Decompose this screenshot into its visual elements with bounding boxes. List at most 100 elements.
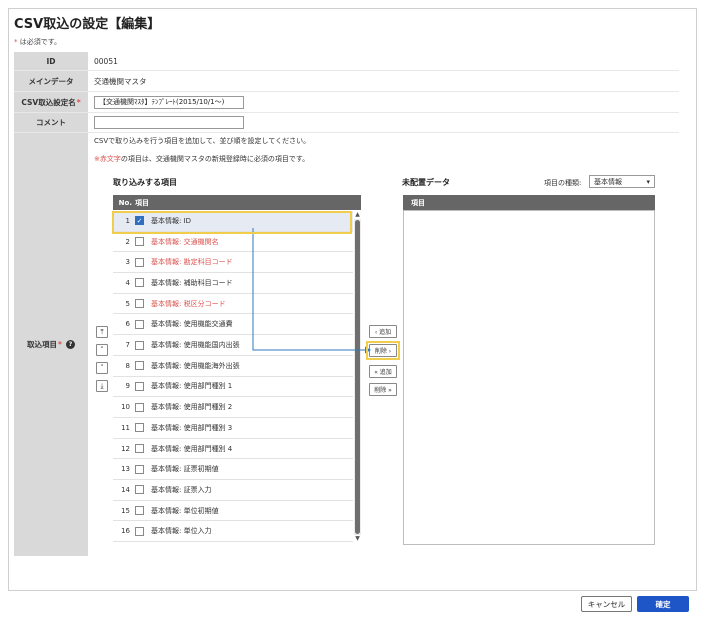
item-name: 基本情報: 勘定科目コード [151, 258, 233, 267]
item-number: 7 [125, 341, 130, 350]
list-item[interactable]: 5 基本情報: 税区分コード [113, 294, 353, 315]
id-label: ID [14, 52, 88, 70]
item-number: 9 [125, 382, 130, 391]
list-item[interactable]: 12 基本情報: 使用部門種別 4 [113, 439, 353, 460]
item-name: 基本情報: 使用部門種別 2 [151, 403, 233, 412]
item-type-label: 項目の種類: [544, 179, 582, 187]
item-name: 基本情報: 単位初期値 [151, 506, 219, 515]
list-item[interactable]: 13 基本情報: 証票初期値 [113, 459, 353, 481]
main-data-value: 交通機関マスタ [88, 71, 679, 91]
scroll-down-icon[interactable]: ▼ [354, 535, 361, 543]
scroll-thumb[interactable] [355, 220, 360, 534]
comment-input[interactable] [94, 116, 244, 129]
move-top-button[interactable]: ⤒ [96, 326, 108, 338]
row-id: ID 00051 [14, 52, 679, 71]
list-item[interactable]: 9 基本情報: 使用部門種別 1 [113, 377, 353, 398]
item-checkbox[interactable] [135, 381, 144, 391]
item-checkbox[interactable] [135, 526, 144, 536]
item-checkbox[interactable] [135, 464, 144, 474]
item-number: 6 [125, 320, 130, 329]
item-name: 基本情報: 使用部門種別 4 [151, 444, 233, 453]
move-up-button[interactable]: ˄ [96, 344, 108, 356]
item-name: 基本情報: 証票入力 [151, 485, 212, 494]
left-list-scrollbar[interactable]: ▲ ▼ [354, 211, 361, 543]
item-number: 4 [125, 278, 130, 287]
item-name: 基本情報: 使用機能国内出張 [151, 341, 240, 350]
list-item[interactable]: 11 基本情報: 使用部門種別 3 [113, 418, 353, 439]
right-col-item-header: 項目 [411, 198, 425, 207]
csv-name-input[interactable]: 【交通機関ﾏｽﾀ】ﾃﾝﾌﾟﾚｰﾄ(2015/10/1～) [94, 95, 244, 109]
comment-label: コメント [14, 113, 88, 132]
list-item[interactable]: 7 基本情報: 使用機能国内出張 [113, 335, 353, 356]
item-number: 16 [121, 527, 130, 536]
item-number: 13 [121, 465, 130, 474]
scroll-up-icon[interactable]: ▲ [354, 211, 361, 219]
id-value: 00051 [88, 52, 679, 70]
list-item[interactable]: 6 基本情報: 使用機能交通費 [113, 315, 353, 336]
list-item[interactable]: 3 基本情報: 勘定科目コード [113, 252, 353, 274]
page-title: CSV取込の設定【編集】 [14, 17, 161, 32]
item-checkbox[interactable] [135, 299, 144, 309]
item-name: 基本情報: 交通機関名 [151, 237, 219, 246]
list-item[interactable]: 15 基本情報: 単位初期値 [113, 501, 353, 522]
confirm-button[interactable]: 確定 [637, 596, 689, 612]
item-number: 8 [125, 361, 130, 370]
remove-all-button[interactable]: 削除 » [369, 383, 397, 396]
add-all-button[interactable]: « 追加 [369, 365, 397, 378]
chevron-down-icon: ▾ [646, 177, 650, 186]
main-data-label: メインデータ [14, 71, 88, 91]
row-main-data: メインデータ 交通機関マスタ [14, 71, 679, 92]
list-item[interactable]: 14 基本情報: 証票入力 [113, 480, 353, 501]
left-table-header: No. 項目 [113, 195, 361, 210]
item-checkbox[interactable]: ✓ [135, 216, 144, 226]
move-down-button[interactable]: ˅ [96, 362, 108, 374]
item-name: 基本情報: 使用機能海外出張 [151, 361, 240, 370]
item-checkbox[interactable] [135, 506, 144, 516]
list-item[interactable]: 2 基本情報: 交通機関名 [113, 232, 353, 253]
item-number: 12 [121, 444, 130, 453]
item-checkbox[interactable] [135, 278, 144, 288]
remove-button[interactable]: 削除 › [369, 344, 397, 357]
item-name: 基本情報: ID [151, 216, 192, 225]
col-no-header: No. [118, 198, 132, 207]
item-checkbox[interactable] [135, 361, 144, 371]
footer-bar: キャンセル 確定 [8, 590, 697, 616]
instruction-line-2: ※赤文字の項目は、交通機関マスタの新規登録時に必須の項目です。 [94, 155, 310, 163]
item-name: 基本情報: 単位入力 [151, 527, 212, 536]
unplaced-data-list[interactable] [403, 210, 655, 545]
item-checkbox[interactable] [135, 340, 144, 350]
add-button[interactable]: ‹ 追加 [369, 325, 397, 338]
info-icon[interactable]: ? [65, 340, 75, 349]
item-name: 基本情報: 税区分コード [151, 299, 226, 308]
left-panel-title: 取り込みする項目 [113, 178, 177, 187]
item-type-value: 基本情報 [594, 177, 622, 186]
item-checkbox[interactable] [135, 485, 144, 495]
row-csv-name: CSV取込設定名 * 【交通機関ﾏｽﾀ】ﾃﾝﾌﾟﾚｰﾄ(2015/10/1～) [14, 92, 679, 113]
item-number: 1 [125, 216, 130, 225]
item-name: 基本情報: 証票初期値 [151, 465, 219, 474]
row-comment: コメント [14, 113, 679, 133]
list-item[interactable]: 8 基本情報: 使用機能海外出張 [113, 356, 353, 377]
item-type-select[interactable]: 基本情報 ▾ [589, 175, 655, 188]
item-checkbox[interactable] [135, 444, 144, 454]
cancel-button[interactable]: キャンセル [581, 596, 632, 612]
item-number: 3 [125, 258, 130, 267]
item-number: 2 [125, 237, 130, 246]
item-number: 11 [121, 423, 130, 432]
col-item-header: 項目 [135, 198, 149, 207]
list-item[interactable]: 10 基本情報: 使用部門種別 2 [113, 397, 353, 418]
item-checkbox[interactable] [135, 402, 144, 412]
list-item[interactable]: 16 基本情報: 単位入力 [113, 522, 353, 543]
item-name: 基本情報: 使用機能交通費 [151, 320, 233, 329]
item-checkbox[interactable] [135, 237, 144, 247]
item-checkbox[interactable] [135, 423, 144, 433]
item-checkbox[interactable] [135, 257, 144, 267]
list-item[interactable]: 4 基本情報: 補助科目コード [113, 273, 353, 294]
right-table-header: 項目 [403, 195, 655, 210]
right-panel-title: 未配置データ [402, 178, 450, 187]
item-checkbox[interactable] [135, 319, 144, 329]
move-bottom-button[interactable]: ⤓ [96, 380, 108, 392]
instruction-line-1: CSVで取り込みを行う項目を追加して、並び順を設定してください。 [94, 137, 311, 145]
import-item-list[interactable]: 1 ✓ 基本情報: ID 2 基本情報: 交通機関名 3 基本情報: 勘定科目コード 4 基本情… [113, 211, 353, 543]
list-item[interactable]: 1 ✓ 基本情報: ID [113, 211, 353, 232]
